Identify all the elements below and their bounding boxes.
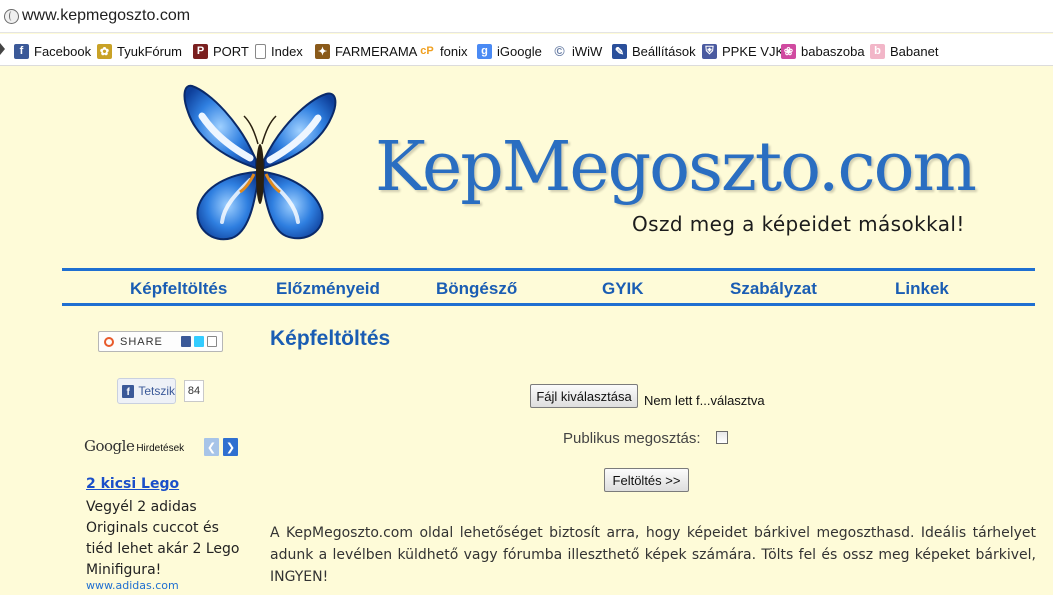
bookmark-iwiw[interactable]: © iWiW <box>552 42 602 60</box>
public-share-checkbox[interactable] <box>716 431 728 444</box>
chevron-right-icon[interactable] <box>0 43 5 55</box>
bookmark-label: FARMERAMA <box>335 43 418 59</box>
google-ads-header: Google Hirdetések <box>84 437 184 455</box>
bookmark-tyukforum[interactable]: ✿ TyukFórum <box>97 42 182 60</box>
nav-kepfeltoltes[interactable]: Képfeltöltés <box>130 279 227 299</box>
twitter-icon <box>193 336 204 347</box>
site-title: KepMegoszto.com <box>375 128 977 207</box>
facebook-like-button[interactable]: f Tetszik <box>117 378 176 404</box>
bookmark-label: Facebook <box>34 43 92 59</box>
chevron-right-icon[interactable]: ❯ <box>223 438 238 456</box>
site-description: A KepMegoszto.com oldal lehetőséget bizt… <box>270 525 1036 585</box>
bookmark-igoogle[interactable]: g iGoogle <box>477 42 542 60</box>
babaszoba-icon: ❀ <box>781 43 796 59</box>
wrench-icon: ✎ <box>612 43 627 59</box>
upload-button[interactable]: Feltöltés >> <box>604 468 689 492</box>
butterfly-logo[interactable] <box>180 82 340 250</box>
main-nav: Képfeltöltés Előzményeid Böngésző GYIK S… <box>62 268 1035 306</box>
bookmark-beallitasok[interactable]: ✎ Beállítások <box>612 42 696 60</box>
bookmark-babanet[interactable]: b Babanet <box>870 42 938 60</box>
bookmark-ppke-vjk[interactable]: ⛨ PPKE VJK <box>702 42 784 60</box>
email-icon <box>206 336 217 347</box>
bookmark-label: Beállítások <box>632 43 696 59</box>
bookmark-port[interactable]: P PORT <box>193 42 249 60</box>
ad-title-link[interactable]: 2 kicsi Lego <box>86 476 179 492</box>
ad-body-text: Vegyél 2 adidas Originals cuccot és tiéd… <box>86 499 240 578</box>
nav-bongeszo[interactable]: Böngésző <box>436 279 517 299</box>
port-icon: P <box>193 43 208 59</box>
bookmark-fonix[interactable]: cP fonix <box>419 42 467 60</box>
bookmark-farmerama[interactable]: ✦ FARMERAMA <box>315 42 417 60</box>
bookmark-label: Index <box>271 43 303 59</box>
facebook-icon: f <box>14 43 29 59</box>
bookmark-babaszoba[interactable]: ❀ babaszoba <box>781 42 865 60</box>
page-icon <box>255 43 266 59</box>
page-title: Képfeltöltés <box>270 327 391 350</box>
facebook-icon: f <box>122 384 135 398</box>
bookmark-label: TyukFórum <box>117 43 183 59</box>
chicken-icon: ✿ <box>97 43 112 59</box>
like-count: 84 <box>184 380 204 402</box>
file-status-text: Nem lett f...választva <box>644 393 765 408</box>
bookmark-label: babaszoba <box>801 43 865 59</box>
share-plus-icon <box>104 336 114 347</box>
nav-linkek[interactable]: Linkek <box>895 279 949 299</box>
fonix-icon: cP <box>420 45 434 57</box>
globe-icon <box>4 9 19 24</box>
address-bar[interactable]: www.kepmegoszto.com <box>0 0 1053 33</box>
share-button[interactable]: SHARE <box>98 331 223 352</box>
bookmark-facebook[interactable]: f Facebook <box>14 42 91 60</box>
bookmark-label: iWiW <box>572 43 603 59</box>
site-tagline: Oszd meg a képeidet másokkal! <box>632 212 965 236</box>
google-icon: g <box>477 43 492 59</box>
bookmark-label: PPKE VJK <box>722 43 785 59</box>
iwiw-icon: © <box>554 43 565 59</box>
bookmarks-bar: f Facebook ✿ TyukFórum P PORT Index ✦ FARMER… <box>0 34 1053 66</box>
public-share-label: Publikus megosztás: <box>563 430 701 447</box>
bookmark-label: iGoogle <box>497 43 542 59</box>
babanet-icon: b <box>870 43 885 59</box>
url-text[interactable]: www.kepmegoszto.com <box>22 7 190 25</box>
chevron-left-icon[interactable]: ❮ <box>204 438 219 456</box>
nav-szabalyzat[interactable]: Szabályzat <box>730 279 817 299</box>
bookmark-label: fonix <box>440 43 468 59</box>
bookmark-index[interactable]: Index <box>255 42 303 60</box>
choose-file-button[interactable]: Fájl kiválasztása <box>530 384 638 408</box>
nav-elozmenyeid[interactable]: Előzményeid <box>276 279 380 299</box>
like-label: Tetszik <box>138 384 175 398</box>
share-label: SHARE <box>120 335 163 348</box>
nav-gyik[interactable]: GYIK <box>602 279 644 299</box>
bookmark-label: Babanet <box>890 43 939 59</box>
ad-url-link[interactable]: www.adidas.com <box>86 579 179 592</box>
google-logo: Google <box>84 437 135 455</box>
ppke-icon: ⛨ <box>702 43 717 59</box>
facebook-icon <box>180 336 191 347</box>
ads-label: Hirdetések <box>136 443 185 454</box>
bookmark-label: PORT <box>213 43 249 59</box>
farmerama-icon: ✦ <box>315 43 330 59</box>
